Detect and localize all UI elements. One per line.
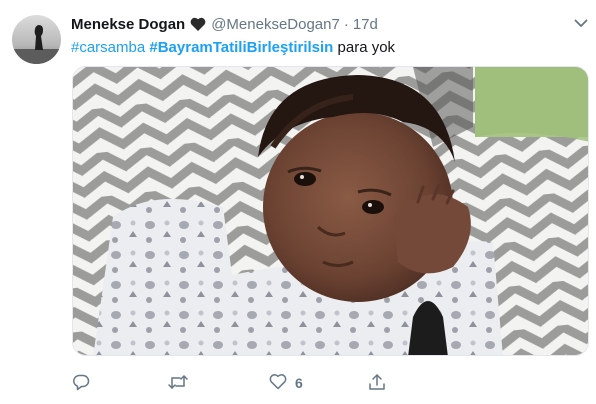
retweet-icon [168,373,188,394]
timestamp[interactable]: 17d [353,16,378,33]
hashtag-link[interactable]: #BayramTatiliBirleştirilsin [149,39,333,56]
display-name[interactable]: Menekse Dogan [71,16,185,33]
reply-button[interactable] [72,372,98,394]
retweet-button[interactable] [168,372,196,394]
chevron-down-icon[interactable] [572,14,590,32]
like-button[interactable]: 6 [269,372,303,394]
hashtag-link[interactable]: #carsamba [71,39,145,56]
tweet-body: para yok [337,39,396,56]
tweet-actions: 6 [72,372,392,394]
reply-icon [72,373,90,394]
share-button[interactable] [368,372,386,394]
black-heart-icon [190,17,206,32]
separator-dot: · [343,15,349,33]
tweet-text: #carsamba #BayramTatiliBirleştirilsin pa… [71,38,395,58]
like-count: 6 [295,375,303,391]
user-handle[interactable]: @MenekseDogan7 [211,16,340,33]
tweet-header: Menekse Dogan @MenekseDogan7 · 17d [71,14,378,34]
avatar[interactable] [12,15,61,64]
tweet[interactable]: Menekse Dogan @MenekseDogan7 · 17d #cars… [0,0,596,404]
share-icon [368,373,386,394]
like-icon [269,373,287,393]
tweet-media-image[interactable] [72,66,589,356]
